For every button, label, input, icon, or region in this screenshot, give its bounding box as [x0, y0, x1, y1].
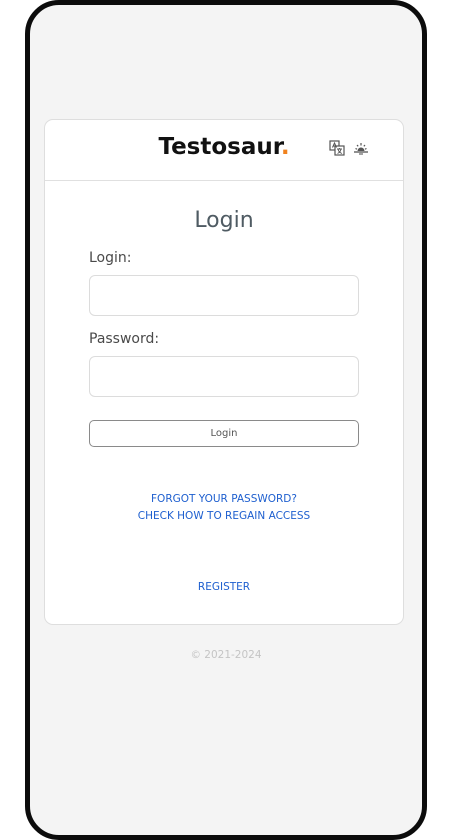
login-label: Login:	[89, 250, 132, 266]
translate-icon[interactable]	[329, 140, 345, 156]
recovery-links: FORGOT YOUR PASSWORD? CHECK HOW TO REGAI…	[45, 491, 403, 525]
theme-sunrise-icon[interactable]	[353, 140, 369, 156]
login-input[interactable]	[89, 275, 359, 316]
regain-access-link[interactable]: CHECK HOW TO REGAIN ACCESS	[45, 508, 403, 525]
register-section: REGISTER	[45, 581, 403, 593]
header-icons	[329, 140, 369, 156]
page-title: Login	[194, 208, 254, 233]
login-button[interactable]: Login	[89, 420, 359, 447]
brand-name: Testosaur	[158, 134, 281, 160]
card-header: Testosaur.	[45, 120, 403, 181]
password-label: Password:	[89, 331, 160, 347]
register-link[interactable]: REGISTER	[45, 581, 403, 593]
login-card: Testosaur. Login Login: Password: Login …	[44, 119, 404, 625]
password-input[interactable]	[89, 356, 359, 397]
forgot-password-link[interactable]: FORGOT YOUR PASSWORD?	[45, 491, 403, 508]
phone-frame: Testosaur. Login Login: Password: Login …	[25, 0, 427, 840]
copyright: © 2021-2024	[190, 649, 262, 661]
brand-dot: .	[280, 134, 290, 160]
